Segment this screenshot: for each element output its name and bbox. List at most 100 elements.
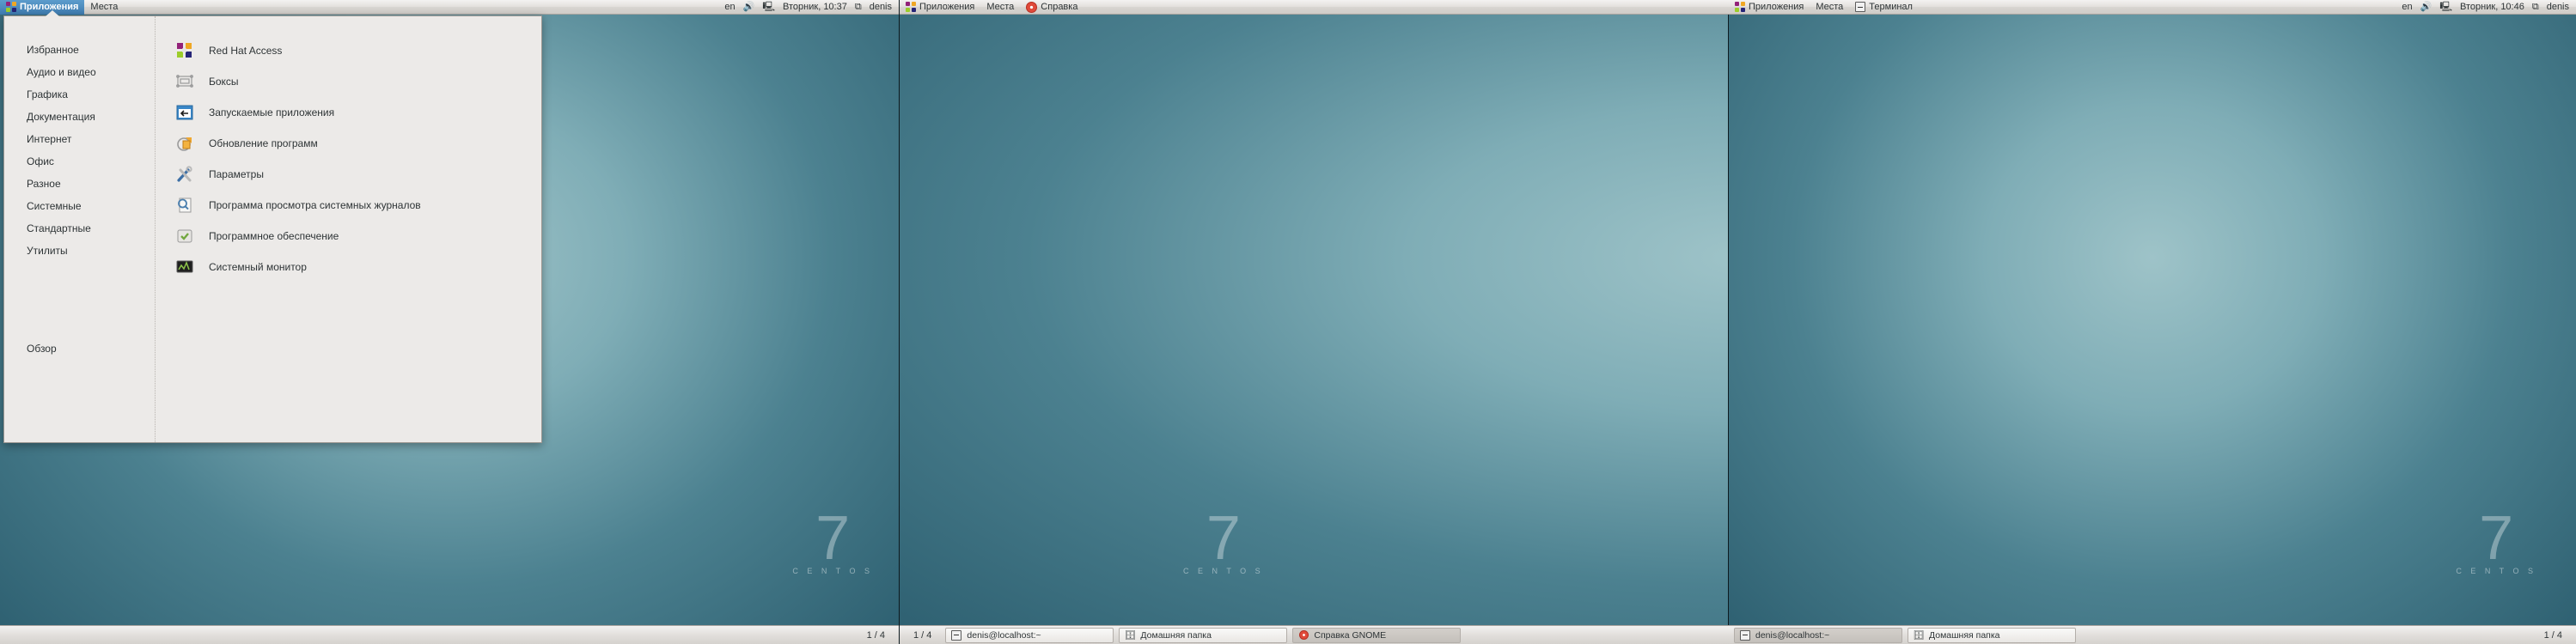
taskbar-1: 1 / 4 (0, 625, 899, 644)
menu-app-startup-applications[interactable]: Запускаемые приложения (174, 97, 541, 128)
menu-overview-item[interactable]: Обзор (4, 337, 155, 360)
task-button-terminal-2[interactable]: denis@localhost:~ (945, 627, 1114, 643)
centos-logo-icon-2 (906, 2, 916, 12)
redhat-logo-icon (174, 40, 195, 61)
menu-app-software-update[interactable]: Обновление программ (174, 128, 541, 159)
menu-category-office[interactable]: Офис (4, 150, 155, 173)
menu-app-boxes[interactable]: Боксы (174, 66, 541, 97)
menu-app-system-monitor[interactable]: Системный монитор (174, 252, 541, 283)
applications-menu-categories: Избранное Аудио и видео Графика Документ… (4, 16, 156, 442)
menu-app-software[interactable]: Программное обеспечение (174, 221, 541, 252)
applications-menu-button-2[interactable]: Приложения (900, 0, 980, 15)
task-button-label: denis@localhost:~ (967, 629, 1041, 641)
centos-watermark: 7 C E N T O S (792, 504, 873, 575)
places-menu-label: Места (90, 1, 119, 12)
menu-category-system[interactable]: Системные (4, 195, 155, 217)
settings-tools-icon (174, 164, 195, 185)
terminal-icon (1740, 629, 1750, 641)
files-icon: 🗄 (1913, 630, 1925, 641)
panel-status-area-3: en 🔊 🖳 Вторник, 10:46 ⧉ denis (2402, 2, 2576, 12)
applications-menu-button-1[interactable]: Приложения (0, 0, 85, 15)
places-menu-button-3[interactable]: Места (1810, 0, 1849, 15)
task-button-files-2[interactable]: 🗄 Домашняя папка (1119, 627, 1288, 643)
menu-app-label: Запускаемые приложения (209, 106, 335, 118)
centos-logo-icon-3 (1735, 2, 1745, 12)
keyboard-layout-indicator-1[interactable]: en (724, 2, 735, 12)
centos-logo-icon (6, 2, 16, 12)
watermark-number-2: 7 (1206, 504, 1241, 574)
workspace-indicator-3[interactable]: 1 / 4 (2536, 630, 2571, 641)
help-app-label: Справка (1041, 1, 1078, 12)
menu-app-label: Параметры (209, 168, 264, 180)
terminal-app-button-3[interactable]: Терминал (1849, 0, 1919, 15)
menu-category-other[interactable]: Разное (4, 173, 155, 195)
menu-app-label: Обновление программ (209, 137, 318, 149)
menu-app-label: Программное обеспечение (209, 230, 339, 242)
menu-arrow (46, 10, 59, 16)
applications-menu-label-2: Приложения (919, 1, 975, 12)
terminal-icon (951, 629, 962, 641)
menu-app-label: Боксы (209, 76, 239, 88)
keyboard-layout-indicator-3[interactable]: en (2402, 2, 2412, 12)
places-menu-button-2[interactable]: Места (980, 0, 1020, 15)
menu-app-label: Red Hat Access (209, 45, 283, 57)
watermark-text: C E N T O S (792, 567, 873, 575)
task-button-files-3[interactable]: 🗄 Домашняя папка (1908, 627, 2076, 643)
task-button-help-2[interactable]: Справка GNOME (1292, 627, 1462, 643)
centos-watermark-2: 7 C E N T O S (1183, 504, 1264, 575)
system-monitor-icon (174, 257, 195, 277)
desktop-background-3: 7 C E N T O S (1729, 0, 2576, 644)
username-1[interactable]: denis (870, 2, 892, 12)
watermark-text-2: C E N T O S (1183, 567, 1264, 575)
task-button-label: Справка GNOME (1314, 629, 1387, 641)
watermark-number: 7 (815, 504, 851, 574)
software-icon (174, 226, 195, 246)
username-3[interactable]: denis (2547, 2, 2569, 12)
user-icon-3[interactable]: ⧉ (2532, 2, 2539, 12)
applications-menu-app-list: Red Hat Access Боксы Запускаемые приложе… (156, 16, 541, 442)
menu-app-red-hat-access[interactable]: Red Hat Access (174, 35, 541, 66)
task-button-label: Домашняя папка (1140, 629, 1212, 641)
display-icon-1[interactable]: 🖳 (762, 2, 775, 12)
menu-app-log-viewer[interactable]: Программа просмотра системных журналов (174, 190, 541, 221)
menu-category-documentation[interactable]: Документация (4, 106, 155, 128)
menu-category-utilities[interactable]: Утилиты (4, 240, 155, 262)
places-menu-label-2: Места (986, 1, 1015, 12)
task-button-terminal-3[interactable]: denis@localhost:~ (1734, 627, 1902, 643)
screen-applications-menu: 7 C E N T O S Приложения Места en 🔊 🖳 Вт… (0, 0, 899, 644)
screen-files-and-terminal: 7 C E N T O S Приложения Места Терминал … (1728, 0, 2576, 644)
volume-icon-1[interactable]: 🔊 (743, 2, 755, 12)
watermark-number-4: 7 (2479, 504, 2514, 574)
terminal-app-label: Терминал (1869, 1, 1913, 12)
workspace-indicator-1[interactable]: 1 / 4 (858, 630, 894, 641)
task-button-label: Домашняя папка (1929, 629, 2000, 641)
help-icon (1298, 630, 1309, 641)
help-icon (1026, 1, 1038, 13)
centos-watermark-4: 7 C E N T O S (2456, 504, 2536, 575)
menu-category-internet[interactable]: Интернет (4, 128, 155, 150)
menu-app-label: Системный монитор (209, 261, 307, 273)
clock-1[interactable]: Вторник, 10:37 (783, 2, 847, 12)
applications-menu-button-3[interactable]: Приложения (1729, 0, 1810, 15)
volume-icon-3[interactable]: 🔊 (2420, 2, 2433, 12)
clock-3[interactable]: Вторник, 10:46 (2460, 2, 2524, 12)
menu-category-graphics[interactable]: Графика (4, 83, 155, 106)
log-viewer-icon (174, 195, 195, 216)
boxes-icon (174, 71, 195, 92)
terminal-icon (1855, 2, 1866, 12)
menu-app-settings[interactable]: Параметры (174, 159, 541, 190)
menu-category-favorites[interactable]: Избранное (4, 39, 155, 61)
top-panel-1: Приложения Места en 🔊 🖳 Вторник, 10:37 ⧉… (0, 0, 899, 15)
files-icon: 🗄 (1124, 630, 1137, 641)
startup-applications-icon (174, 102, 195, 123)
workspace-indicator-2-left[interactable]: 1 / 4 (905, 630, 940, 641)
applications-menu-popup: Избранное Аудио и видео Графика Документ… (3, 10, 542, 443)
display-icon-3[interactable]: 🖳 (2439, 2, 2452, 12)
taskbar-3: denis@localhost:~ 🗄 Домашняя папка 1 / 4 (1729, 625, 2576, 644)
help-app-button-2[interactable]: Справка (1020, 0, 1084, 15)
places-menu-button-1[interactable]: Места (84, 0, 124, 15)
user-icon-1[interactable]: ⧉ (855, 2, 862, 12)
menu-category-accessories[interactable]: Стандартные (4, 217, 155, 240)
menu-app-label: Программа просмотра системных журналов (209, 199, 421, 211)
menu-category-audio-video[interactable]: Аудио и видео (4, 61, 155, 83)
